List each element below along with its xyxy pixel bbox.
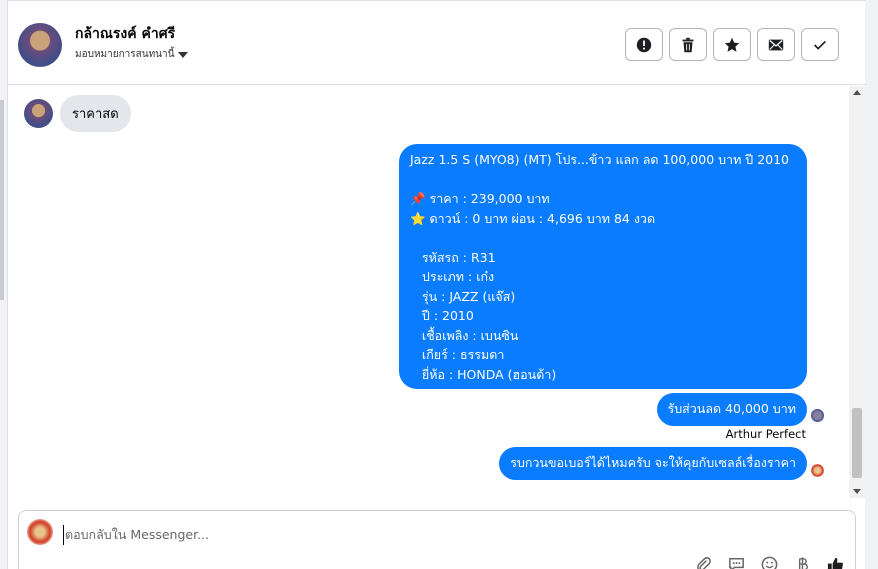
scroll-thumb[interactable] bbox=[852, 408, 862, 478]
message-thread: ราคาสด Jazz 1.5 S (MYO8) (MT) โปร...ข้าว… bbox=[8, 86, 850, 498]
caret-down-icon bbox=[178, 51, 189, 58]
outgoing-discount-message[interactable]: รับส่วนลด 40,000 บาท bbox=[656, 393, 807, 426]
emoji-icon[interactable] bbox=[760, 555, 779, 569]
report-button[interactable] bbox=[625, 28, 663, 61]
star-button[interactable] bbox=[713, 28, 751, 61]
conversation-header: กล้าณรงค์ คำศรี มอบหมายการสนทนานี้ bbox=[8, 1, 866, 85]
assign-label: มอบหมายการสนทนานี้ bbox=[75, 49, 175, 60]
delete-button[interactable] bbox=[669, 28, 707, 61]
sender-name: Arthur Perfect bbox=[725, 427, 806, 441]
incoming-message[interactable]: ราคาสด bbox=[60, 95, 131, 132]
reply-composer: ตอบกลับใน Messenger... bbox=[18, 510, 856, 569]
mail-icon bbox=[768, 39, 784, 50]
paperclip-icon[interactable] bbox=[694, 555, 713, 569]
saved-replies-icon[interactable] bbox=[727, 555, 746, 569]
conversation-panel: กล้าณรงค์ คำศรี มอบหมายการสนทนานี้ ราคาส… bbox=[7, 0, 866, 569]
trash-icon bbox=[682, 37, 694, 52]
check-icon bbox=[814, 40, 826, 50]
report-icon bbox=[636, 37, 652, 52]
composer-tools bbox=[694, 555, 845, 569]
contact-name[interactable]: กล้าณรงค์ คำศรี bbox=[75, 23, 175, 45]
assign-conversation-dropdown[interactable]: มอบหมายการสนทนานี้ bbox=[75, 47, 189, 62]
left-edge-strip bbox=[0, 100, 4, 300]
outgoing-listing-message[interactable]: Jazz 1.5 S (MYO8) (MT) โปร...ข้าว แลก ลด… bbox=[399, 144, 807, 389]
mark-done-button[interactable] bbox=[801, 28, 839, 61]
scroll-up-icon[interactable] bbox=[853, 90, 861, 95]
scroll-down-icon[interactable] bbox=[853, 489, 861, 494]
contact-avatar[interactable] bbox=[18, 23, 62, 67]
outgoing-question-message[interactable]: รบกวนขอเบอร์ได้ไหมครับ จะให้คุยกับเซลล์เ… bbox=[499, 447, 807, 480]
mark-unread-button[interactable] bbox=[757, 28, 795, 61]
baht-payment-icon[interactable] bbox=[793, 555, 812, 569]
sender-avatar bbox=[24, 99, 53, 128]
seen-avatar bbox=[811, 409, 824, 422]
thumbs-up-icon[interactable] bbox=[826, 555, 845, 569]
star-icon bbox=[724, 37, 740, 52]
seen-avatar bbox=[811, 464, 824, 477]
scrollbar[interactable] bbox=[849, 86, 865, 498]
page-avatar bbox=[27, 519, 53, 545]
reply-input[interactable]: ตอบกลับใน Messenger... bbox=[63, 525, 209, 545]
action-toolbar bbox=[625, 28, 839, 61]
